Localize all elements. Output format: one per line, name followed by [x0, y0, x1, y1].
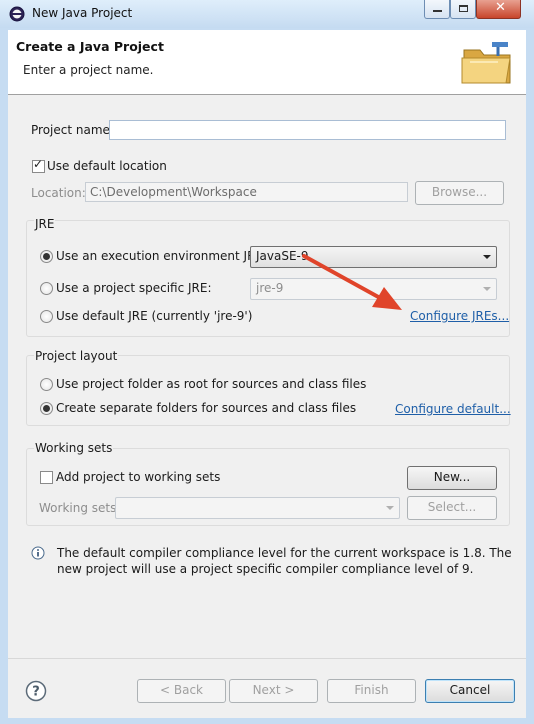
- jre-env-select[interactable]: JavaSE-9: [250, 246, 497, 268]
- new-working-set-button[interactable]: New...: [407, 466, 497, 490]
- add-to-working-sets-label: Add project to working sets: [56, 470, 221, 484]
- configure-jres-link[interactable]: Configure JREs...: [410, 309, 509, 323]
- footer-divider: [8, 658, 526, 659]
- eclipse-app-icon: [9, 6, 25, 22]
- working-sets-group-label: Working sets: [34, 441, 114, 455]
- add-to-working-sets-checkbox[interactable]: [40, 471, 53, 484]
- location-input[interactable]: C:\Development\Workspace: [85, 182, 408, 202]
- folder-icon: [461, 42, 511, 84]
- close-button[interactable]: ✕: [476, 0, 521, 19]
- title-bar: New Java Project ✕: [0, 0, 534, 28]
- compliance-info-text: The default compiler compliance level fo…: [57, 546, 512, 576]
- wizard-header: Create a Java Project Enter a project na…: [8, 30, 526, 95]
- layout-root-label: Use project folder as root for sources a…: [56, 377, 367, 391]
- back-button[interactable]: < Back: [137, 679, 226, 703]
- svg-text:?: ?: [32, 685, 40, 700]
- location-label: Location:: [31, 186, 86, 200]
- use-default-location-label: Use default location: [47, 159, 167, 173]
- jre-default-label: Use default JRE (currently 'jre-9'): [56, 309, 253, 323]
- configure-default-link[interactable]: Configure default...: [395, 402, 511, 416]
- jre-group-label: JRE: [34, 217, 56, 231]
- select-working-sets-button[interactable]: Select...: [407, 496, 497, 520]
- window-title: New Java Project: [32, 6, 133, 20]
- jre-env-radio[interactable]: [40, 250, 53, 263]
- jre-default-radio[interactable]: [40, 310, 53, 323]
- cancel-button[interactable]: Cancel: [425, 679, 515, 703]
- project-name-input[interactable]: [109, 120, 506, 140]
- maximize-button[interactable]: [450, 0, 476, 19]
- project-layout-group-label: Project layout: [34, 349, 119, 363]
- project-name-label: Project name:: [31, 123, 114, 137]
- minimize-button[interactable]: [424, 0, 450, 19]
- jre-specific-label: Use a project specific JRE:: [56, 281, 212, 295]
- next-button[interactable]: Next >: [229, 679, 318, 703]
- maximize-icon: [459, 5, 468, 12]
- dialog-body: Create a Java Project Enter a project na…: [8, 30, 526, 718]
- page-title: Create a Java Project: [16, 39, 164, 54]
- use-default-location-checkbox[interactable]: [32, 157, 45, 173]
- info-icon: [31, 546, 45, 560]
- layout-separate-radio[interactable]: [40, 402, 53, 415]
- help-icon[interactable]: ?: [25, 680, 47, 702]
- layout-root-radio[interactable]: [40, 378, 53, 391]
- chevron-down-icon: [483, 255, 491, 259]
- jre-env-value: JavaSE-9: [256, 249, 309, 263]
- chevron-down-icon: [483, 287, 491, 291]
- jre-specific-select[interactable]: jre-9: [250, 278, 497, 300]
- working-sets-select[interactable]: [115, 497, 400, 519]
- chevron-down-icon: [386, 506, 394, 510]
- page-subtitle: Enter a project name.: [23, 63, 154, 77]
- jre-specific-value: jre-9: [256, 281, 284, 295]
- jre-specific-radio[interactable]: [40, 282, 53, 295]
- finish-button[interactable]: Finish: [327, 679, 416, 703]
- jre-env-label: Use an execution environment JRE:: [56, 249, 268, 263]
- browse-button[interactable]: Browse...: [415, 181, 504, 205]
- working-sets-label: Working sets:: [39, 501, 121, 515]
- close-icon: ✕: [495, 0, 506, 15]
- layout-separate-label: Create separate folders for sources and …: [56, 401, 357, 415]
- minimize-icon: [433, 10, 442, 12]
